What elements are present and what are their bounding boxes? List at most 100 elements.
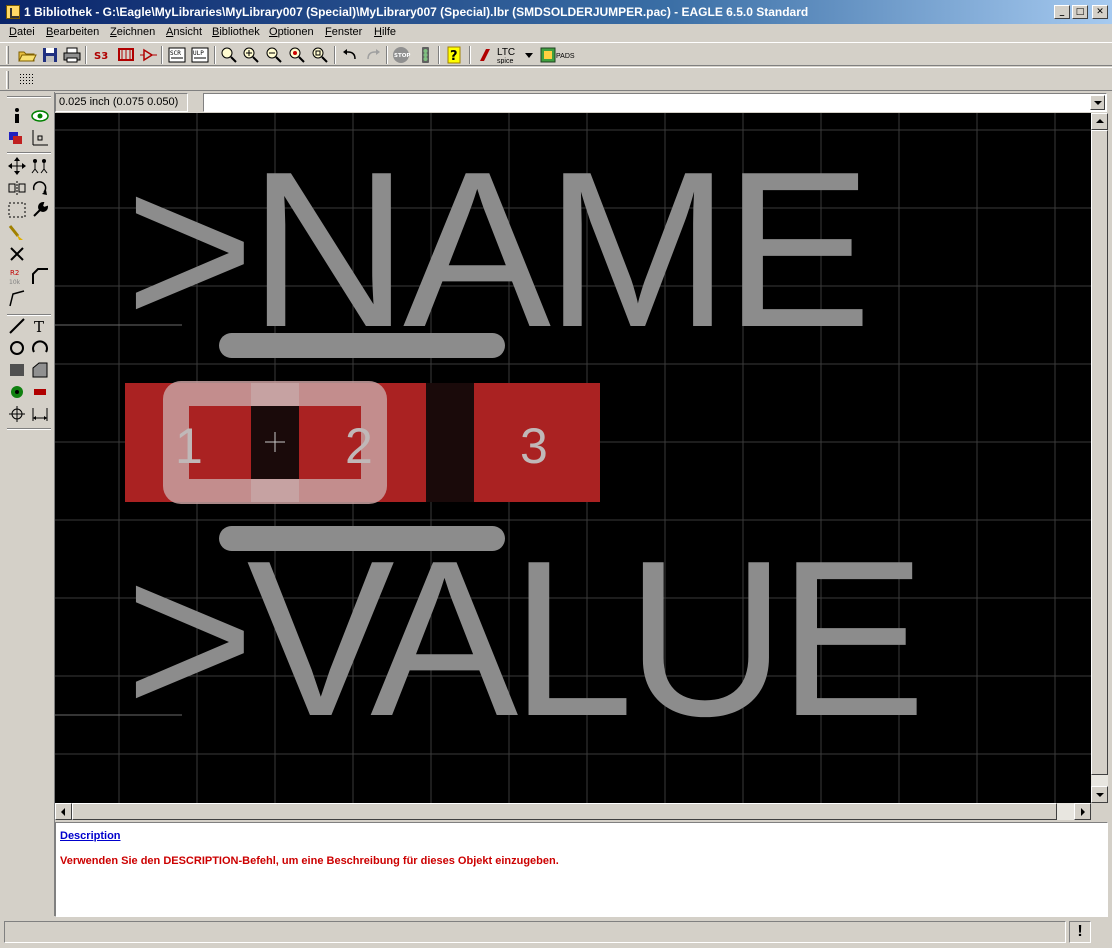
- svg-text:?: ?: [450, 49, 458, 64]
- menu-ansicht[interactable]: Ansicht: [166, 26, 202, 38]
- ltc-spice-button[interactable]: LTC spice: [478, 46, 538, 65]
- script-icon[interactable]: SCR: [167, 46, 187, 64]
- zoom-select-icon[interactable]: [310, 46, 330, 64]
- layers-icon[interactable]: [7, 128, 27, 148]
- toolbar-separator: [386, 46, 388, 64]
- grid-icon[interactable]: [17, 71, 37, 89]
- zoom-fit-icon[interactable]: [219, 46, 239, 64]
- undo-icon[interactable]: [340, 46, 360, 64]
- menu-hilfe[interactable]: Hilfe: [374, 26, 396, 38]
- pads-button[interactable]: PADS: [540, 46, 582, 64]
- minimize-button[interactable]: _: [1054, 5, 1070, 19]
- value-placeholder-text[interactable]: >VALUE: [125, 515, 926, 763]
- toolbar-separator: [334, 46, 336, 64]
- copy-icon[interactable]: [30, 156, 50, 176]
- info-icon[interactable]: [7, 106, 27, 126]
- delete-icon[interactable]: [7, 244, 27, 264]
- circle-icon[interactable]: [7, 338, 27, 358]
- zoom-redraw-icon[interactable]: [287, 46, 307, 64]
- menu-bar: Datei Bearbeiten Zeichnen Ansicht Biblio…: [0, 24, 1112, 42]
- eagle-window: 1 Bibliothek - G:\Eagle\MyLibraries\MyLi…: [0, 0, 1112, 948]
- pad-label-2: 2: [345, 418, 373, 474]
- print-icon[interactable]: [62, 46, 82, 64]
- text-icon[interactable]: T: [30, 316, 50, 336]
- menu-bibliothek[interactable]: Bibliothek: [212, 26, 260, 38]
- toolbar-grip[interactable]: [6, 71, 9, 89]
- zoom-in-icon[interactable]: [241, 46, 261, 64]
- move-icon[interactable]: [7, 156, 27, 176]
- scroll-left-button[interactable]: [55, 803, 72, 820]
- scroll-up-button[interactable]: [1091, 113, 1108, 130]
- smd-icon[interactable]: [30, 382, 50, 402]
- command-history-dropdown[interactable]: [1090, 95, 1105, 110]
- svg-text:spice: spice: [497, 58, 513, 64]
- svg-text:ULP: ULP: [193, 50, 204, 57]
- maximize-button[interactable]: □: [1072, 5, 1088, 19]
- svg-text:SCR: SCR: [170, 50, 181, 57]
- change-wrench-icon[interactable]: [30, 200, 50, 220]
- description-panel: Description Verwenden Sie den DESCRIPTIO…: [55, 822, 1108, 917]
- open-folder-icon[interactable]: [17, 46, 37, 64]
- secondary-toolbar: [0, 67, 1112, 91]
- wire-icon[interactable]: [7, 316, 27, 336]
- help-icon[interactable]: ?: [444, 46, 464, 64]
- scroll-right-button[interactable]: [1074, 803, 1091, 820]
- mark-icon[interactable]: [30, 128, 50, 148]
- canvas-svg: >NAME 1 2 3 >VALUE: [55, 113, 1091, 803]
- close-button[interactable]: ✕: [1092, 5, 1108, 19]
- rect-icon[interactable]: [7, 360, 27, 380]
- menu-datei[interactable]: Datei: [9, 26, 35, 38]
- redo-icon[interactable]: [363, 46, 383, 64]
- pad-label-3: 3: [520, 418, 548, 474]
- command-line-input[interactable]: [203, 93, 1107, 112]
- svg-text:S3: S3: [94, 51, 108, 62]
- title-bar: 1 Bibliothek - G:\Eagle\MyLibraries\MyLi…: [0, 0, 1112, 24]
- dimension-icon[interactable]: [30, 404, 50, 424]
- horizontal-scroll-thumb[interactable]: [72, 803, 1057, 820]
- toolbar-grip[interactable]: [6, 46, 9, 64]
- description-link[interactable]: Description: [60, 830, 121, 842]
- save-icon[interactable]: [40, 46, 60, 64]
- pad-label-1: 1: [175, 418, 203, 474]
- menu-optionen[interactable]: Optionen: [269, 26, 314, 38]
- zoom-out-icon[interactable]: [264, 46, 284, 64]
- stop-icon[interactable]: STOP: [391, 46, 411, 64]
- svg-text:10k: 10k: [9, 279, 21, 286]
- polygon-icon[interactable]: [30, 360, 50, 380]
- vertical-scrollbar[interactable]: [1091, 113, 1108, 803]
- vertical-scroll-thumb[interactable]: [1091, 130, 1108, 775]
- svg-text:R2: R2: [10, 269, 19, 277]
- silkscreen-bar-top[interactable]: [219, 333, 505, 358]
- schematic-icon[interactable]: S3: [92, 46, 112, 64]
- group-icon[interactable]: [7, 200, 27, 220]
- menu-bearbeiten[interactable]: Bearbeiten: [46, 26, 99, 38]
- scroll-down-button[interactable]: [1091, 786, 1108, 803]
- svg-text:T: T: [34, 318, 44, 336]
- show-eye-icon[interactable]: [30, 106, 50, 126]
- horizontal-scrollbar[interactable]: [55, 803, 1091, 820]
- split-icon[interactable]: [7, 288, 27, 308]
- board-icon[interactable]: [116, 46, 136, 64]
- ulp-icon[interactable]: ULP: [190, 46, 210, 64]
- status-warning-icon[interactable]: !: [1069, 921, 1091, 943]
- name-value-icon[interactable]: R2 10k: [7, 266, 27, 286]
- miter-icon[interactable]: [30, 266, 50, 286]
- paste-icon[interactable]: [7, 222, 27, 242]
- description-text: Verwenden Sie den DESCRIPTION-Befehl, um…: [60, 855, 559, 867]
- toolbar-separator: [161, 46, 163, 64]
- hole-icon[interactable]: [7, 404, 27, 424]
- toolbar-separator: [469, 46, 471, 64]
- menu-fenster[interactable]: Fenster: [325, 26, 362, 38]
- status-bar: [4, 921, 1066, 943]
- symbol-icon[interactable]: [139, 46, 159, 64]
- arc-icon[interactable]: [30, 338, 50, 358]
- pad-icon[interactable]: [7, 382, 27, 402]
- go-icon[interactable]: [415, 46, 435, 64]
- drawing-canvas[interactable]: >NAME 1 2 3 >VALUE: [55, 113, 1091, 803]
- mirror-icon[interactable]: [7, 178, 27, 198]
- rotate-icon[interactable]: [30, 178, 50, 198]
- menu-zeichnen[interactable]: Zeichnen: [110, 26, 155, 38]
- coordinate-display: 0.025 inch (0.075 0.050): [55, 93, 188, 112]
- tool-palette: R2 10k T: [0, 92, 55, 916]
- window-title: 1 Bibliothek - G:\Eagle\MyLibraries\MyLi…: [24, 5, 809, 19]
